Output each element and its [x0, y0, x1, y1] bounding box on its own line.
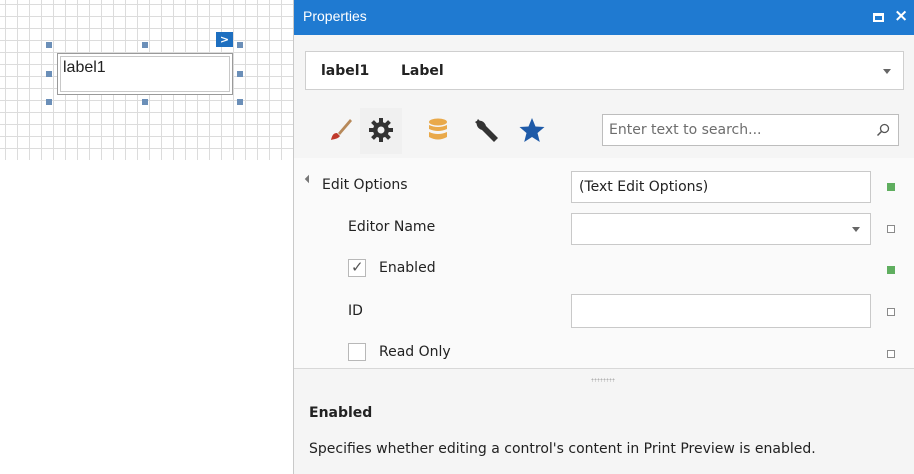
object-selector[interactable]: label1 Label: [305, 51, 904, 90]
property-marker-set[interactable]: [887, 266, 895, 274]
resize-handle-left[interactable]: [46, 71, 52, 77]
brush-icon[interactable]: [326, 116, 354, 144]
resize-handle-right[interactable]: [237, 71, 243, 77]
property-marker-default[interactable]: [887, 350, 895, 358]
property-label: ID: [348, 303, 363, 319]
splitter-grip-icon[interactable]: [591, 378, 615, 382]
property-label: Read Only: [379, 344, 451, 360]
database-icon[interactable]: [424, 116, 452, 144]
properties-title-bar: Properties ×: [294, 0, 914, 35]
enabled-checkbox[interactable]: ✓: [348, 258, 366, 277]
resize-handle-top-left[interactable]: [46, 42, 52, 48]
close-icon[interactable]: ×: [894, 6, 908, 26]
description-title: Enabled: [309, 405, 373, 421]
property-row-enabled[interactable]: ✓ Enabled: [294, 248, 914, 290]
smart-tag-button[interactable]: >: [216, 32, 233, 47]
description-text: Specifies whether editing a control's co…: [309, 441, 816, 457]
property-label: Enabled: [379, 260, 436, 276]
description-splitter[interactable]: [294, 368, 914, 390]
property-row-editor-name[interactable]: Editor Name: [294, 206, 914, 248]
gear-icon[interactable]: [367, 116, 395, 144]
property-grid: Edit Options (Text Edit Options) Editor …: [294, 158, 914, 368]
property-row-id[interactable]: ID: [294, 290, 914, 332]
resize-handle-top[interactable]: [142, 42, 148, 48]
properties-panel: Properties × label1 Label Enter text to …: [293, 0, 914, 474]
read-only-checkbox[interactable]: [348, 343, 366, 361]
search-box[interactable]: [602, 114, 899, 146]
resize-handle-bottom[interactable]: [142, 99, 148, 105]
properties-title: Properties: [303, 8, 367, 24]
chevron-down-icon[interactable]: [852, 227, 860, 232]
editor-name-dropdown[interactable]: [571, 213, 871, 245]
expand-triangle-icon[interactable]: [304, 174, 314, 184]
search-icon[interactable]: [876, 123, 890, 137]
property-marker-default[interactable]: [887, 308, 895, 316]
resize-handle-top-right[interactable]: [237, 42, 243, 48]
chevron-down-icon[interactable]: [883, 69, 891, 74]
property-marker-default[interactable]: [887, 225, 895, 233]
property-row-edit-options[interactable]: Edit Options (Text Edit Options): [294, 164, 914, 206]
label-control[interactable]: label1: [57, 53, 233, 95]
property-value-edit-options[interactable]: (Text Edit Options): [571, 171, 871, 203]
label-control-text: label1: [63, 59, 106, 76]
object-name: label1: [321, 63, 370, 79]
maximize-icon[interactable]: [873, 13, 884, 22]
star-icon[interactable]: [518, 116, 546, 144]
object-type: Label: [401, 63, 444, 79]
resize-handle-bottom-left[interactable]: [46, 99, 52, 105]
resize-handle-bottom-right[interactable]: [237, 99, 243, 105]
search-input[interactable]: [609, 115, 869, 145]
id-input[interactable]: [571, 294, 871, 328]
design-surface[interactable]: label1 >: [0, 0, 293, 474]
property-label: Editor Name: [348, 219, 436, 235]
checkmark-icon: ✓: [351, 258, 364, 276]
wrench-icon[interactable]: [472, 116, 500, 144]
property-value-text: (Text Edit Options): [579, 179, 709, 195]
property-marker-set[interactable]: [887, 183, 895, 191]
property-label: Edit Options: [322, 177, 408, 193]
